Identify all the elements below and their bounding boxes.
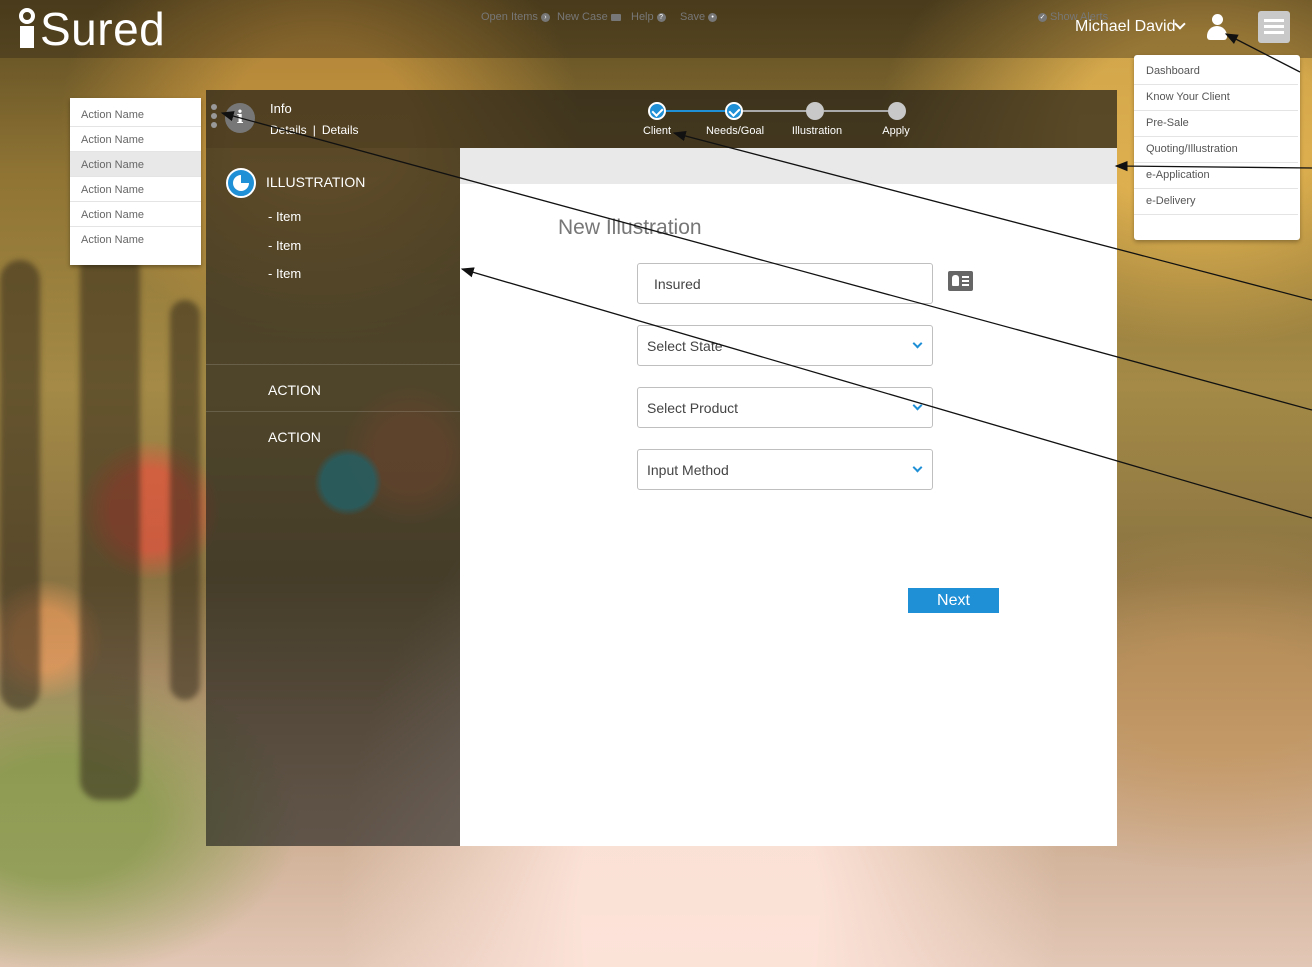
annotation-arrow bbox=[672, 130, 1312, 301]
annotation-arrows bbox=[220, 33, 1312, 519]
annotation-arrow bbox=[1114, 160, 1312, 172]
annotation-arrow bbox=[1224, 33, 1301, 73]
annotation-arrow bbox=[460, 267, 1312, 519]
